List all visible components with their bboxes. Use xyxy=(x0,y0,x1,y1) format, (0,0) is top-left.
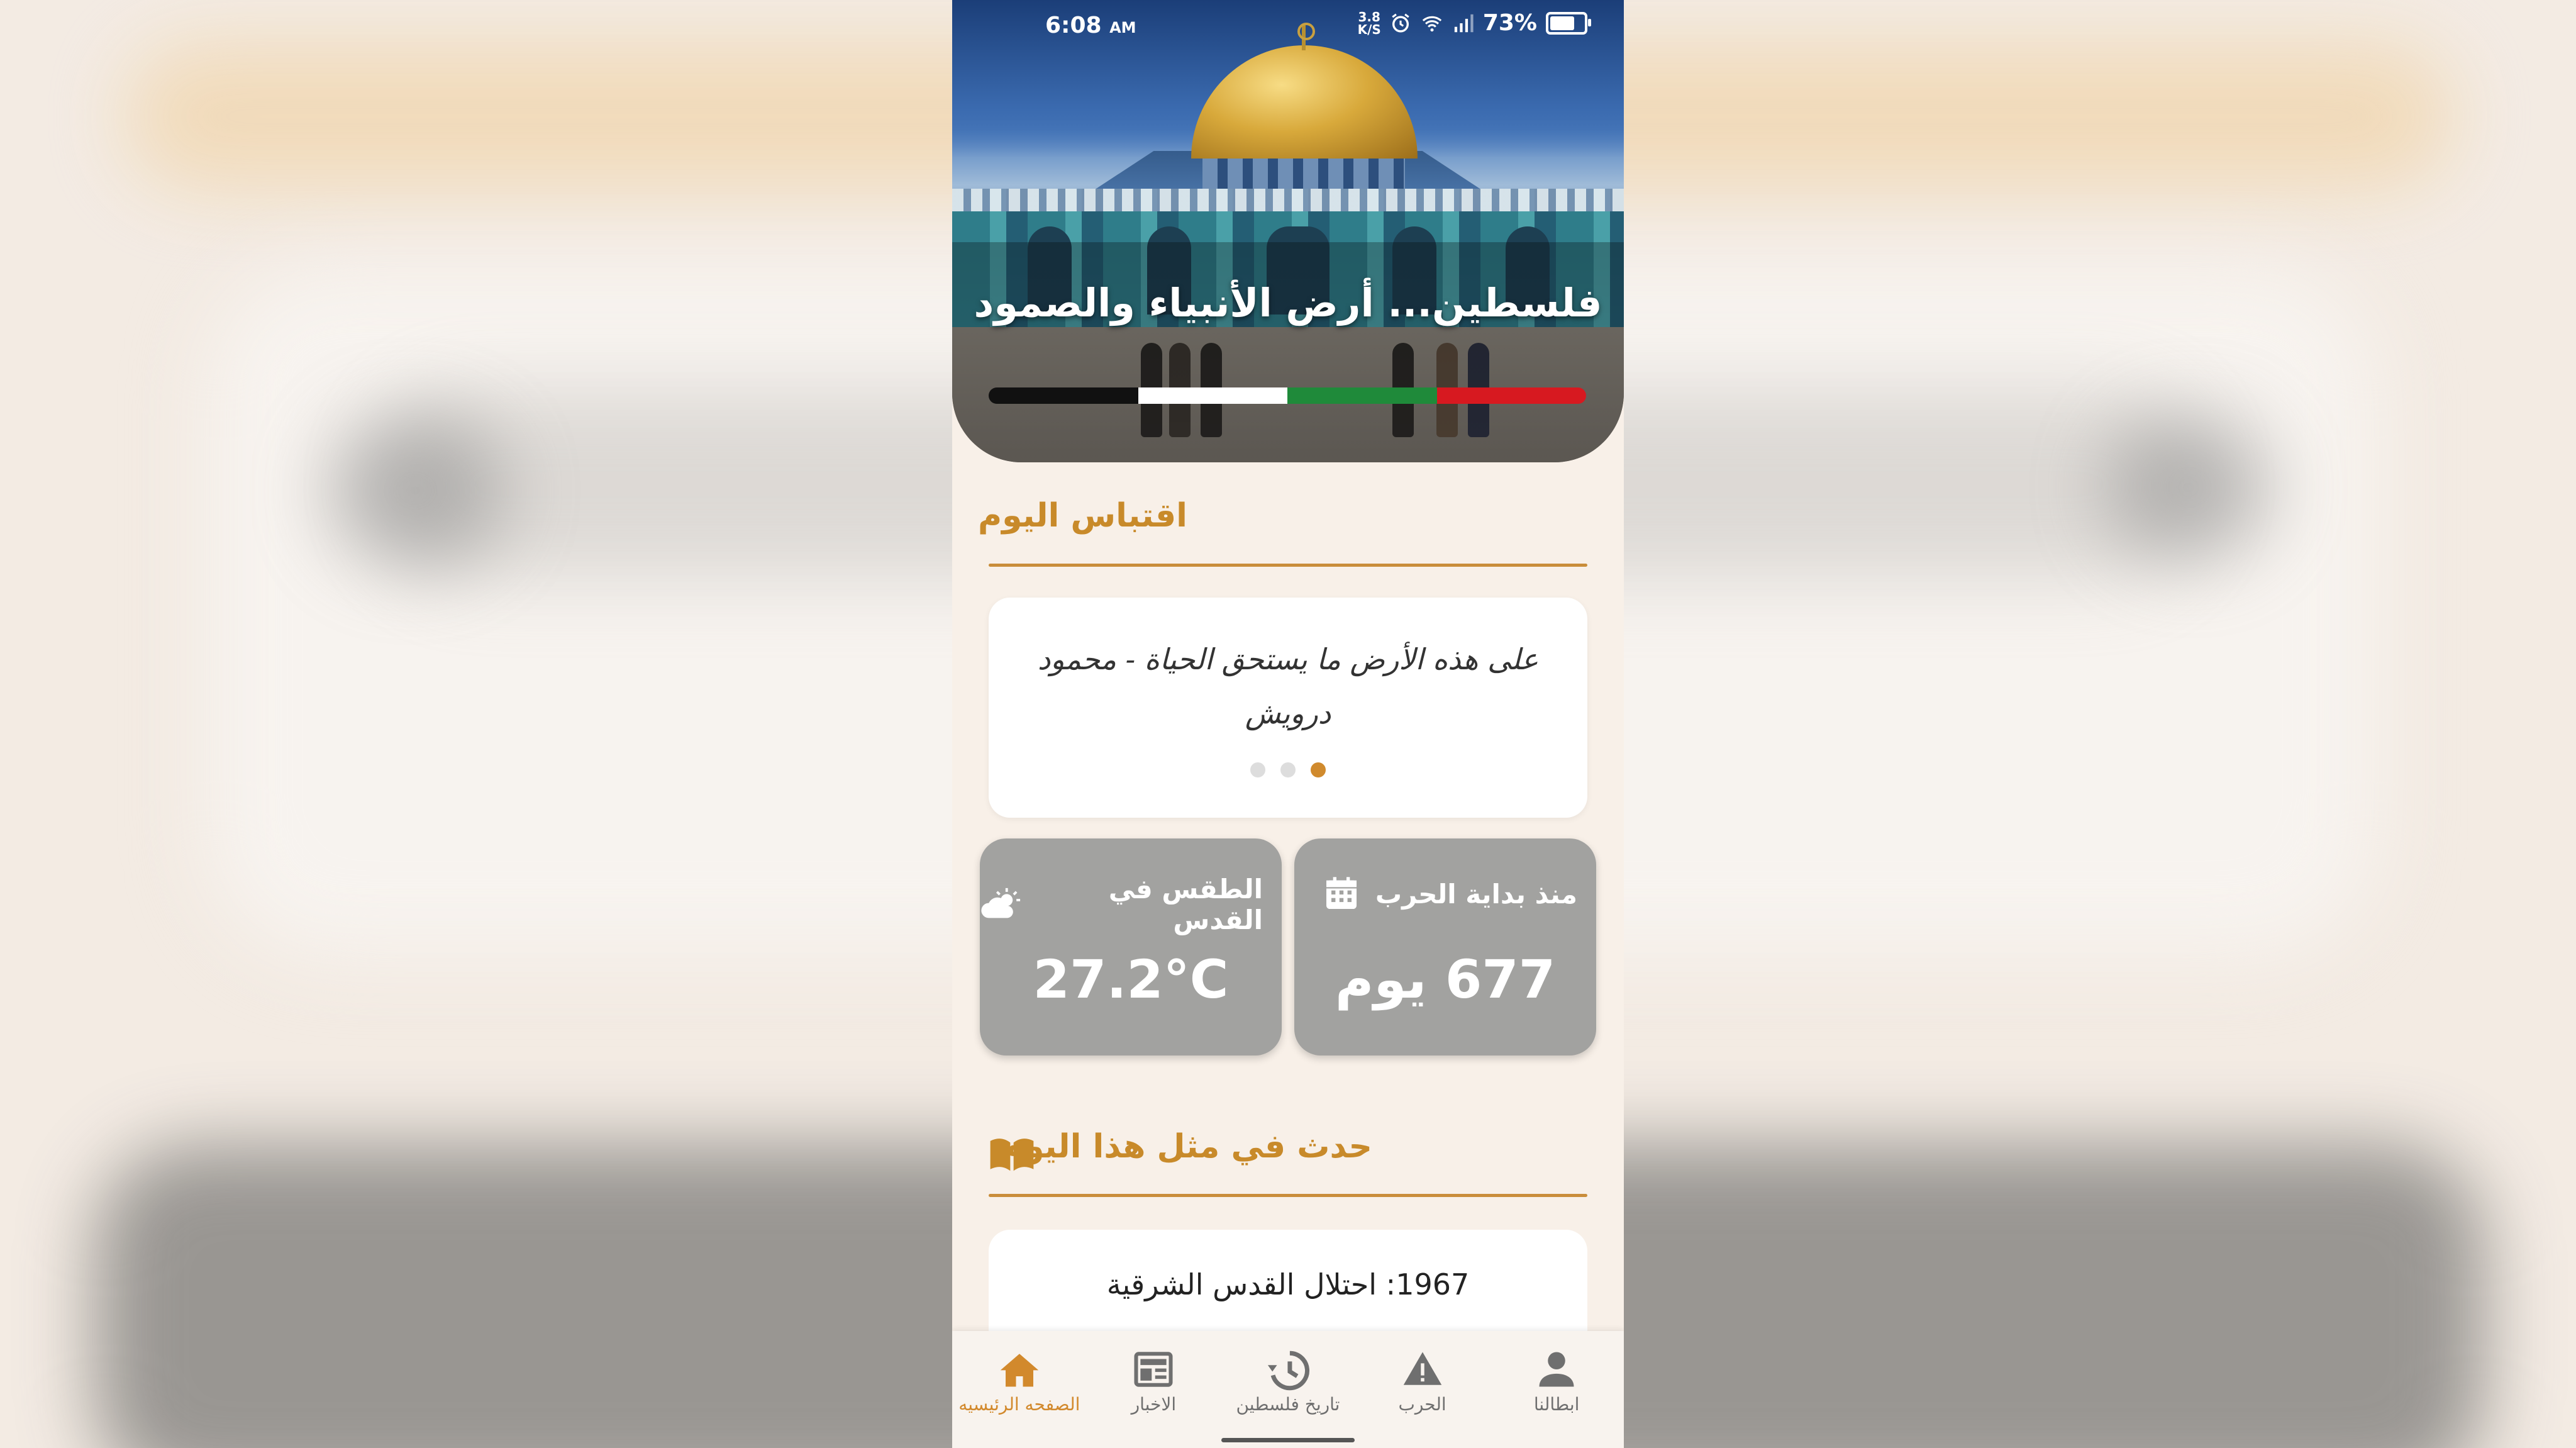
wifi-icon xyxy=(1422,16,1442,31)
status-bar: 6:08 AM 3.8 K/S 73% xyxy=(952,0,1624,52)
palestine-flag-bar xyxy=(989,387,1586,404)
flag-stripe-green xyxy=(1287,387,1437,404)
pager-dot-2[interactable] xyxy=(1280,762,1296,777)
net-speed: 3.8 K/S xyxy=(1357,9,1381,37)
nav-history-label: تاريخ فلسطين xyxy=(1236,1394,1340,1415)
history-icon xyxy=(1267,1351,1309,1391)
events-section-title: حدث في مثل هذا اليوم xyxy=(1000,1128,1372,1166)
weather-card[interactable]: الطقس في القدس 27.2°C xyxy=(980,838,1282,1055)
quote-section-title: اقتباس اليوم xyxy=(978,497,1187,535)
flag-stripe-black xyxy=(989,387,1138,404)
nav-heroes-label: ابطالنا xyxy=(1533,1394,1580,1415)
nav-war-label: الحرب xyxy=(1398,1394,1446,1415)
phone-screen: فلسطين... أرض الأنبياء والصمود 6:08 AM 3… xyxy=(952,0,1624,1448)
war-duration-label: منذ بداية الحرب xyxy=(1375,878,1577,910)
flag-stripe-red xyxy=(1436,387,1586,404)
home-icon xyxy=(1000,1354,1039,1387)
nav-history[interactable]: تاريخ فلسطين xyxy=(1221,1331,1355,1448)
weather-value: 27.2°C xyxy=(1033,949,1229,1010)
battery-icon xyxy=(1546,11,1591,35)
newspaper-icon xyxy=(1134,1352,1173,1387)
hero-title: فلسطين... أرض الأنبياء والصمود xyxy=(974,280,1602,326)
status-time: 6:08 AM xyxy=(1045,13,1136,38)
quote-text: على هذه الأرض ما يستحق الحياة - محمود در… xyxy=(1037,642,1539,730)
nav-heroes[interactable]: ابطالنا xyxy=(1489,1331,1624,1448)
battery-percent: 73% xyxy=(1482,10,1537,36)
event-text: 1967: احتلال القدس الشرقية xyxy=(1106,1267,1470,1301)
quote-section-divider xyxy=(989,564,1587,567)
quote-pager-dots[interactable] xyxy=(989,762,1587,777)
pager-dot-3[interactable] xyxy=(1250,762,1265,777)
calendar-icon xyxy=(1326,877,1357,909)
nav-news-label: الاخبار xyxy=(1131,1394,1177,1415)
flag-stripe-white xyxy=(1138,387,1287,404)
person-icon xyxy=(1539,1352,1574,1387)
weather-label: الطقس في القدس xyxy=(1108,874,1263,935)
war-duration-value: 677 يوم xyxy=(1335,949,1556,1010)
nav-home-label: الصفحه الرئيسيه xyxy=(958,1394,1080,1415)
quote-card[interactable]: على هذه الأرض ما يستحق الحياة - محمود در… xyxy=(989,598,1587,818)
hero-banner: فلسطين... أرض الأنبياء والصمود 6:08 AM 3… xyxy=(952,0,1624,462)
gesture-bar[interactable] xyxy=(1221,1438,1355,1442)
events-section-divider xyxy=(989,1194,1587,1197)
alarm-icon xyxy=(1392,13,1409,32)
nav-home[interactable]: الصفحه الرئيسيه xyxy=(952,1331,1087,1448)
partly-cloudy-icon xyxy=(981,888,1021,918)
war-duration-card[interactable]: منذ بداية الحرب 677 يوم xyxy=(1294,838,1596,1055)
pager-dot-1[interactable] xyxy=(1311,762,1326,777)
nav-war[interactable]: الحرب xyxy=(1355,1331,1490,1448)
bottom-nav: الصفحه الرئيسيه الاخبار تاريخ فلسطين الح… xyxy=(952,1331,1624,1448)
open-book-icon xyxy=(990,1139,1034,1171)
warning-icon xyxy=(1403,1352,1441,1385)
signal-icon xyxy=(1454,14,1474,32)
nav-news[interactable]: الاخبار xyxy=(1087,1331,1221,1448)
